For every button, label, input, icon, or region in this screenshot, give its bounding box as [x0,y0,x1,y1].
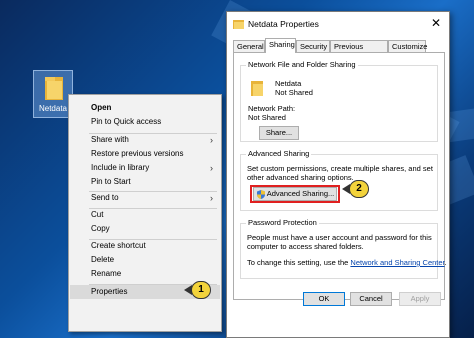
tab-customize[interactable]: Customize [388,40,427,52]
change-setting-suffix: . [444,258,447,267]
tab-previous-versions[interactable]: Previous Versions [330,40,388,62]
ok-button[interactable]: OK [303,292,345,306]
close-icon[interactable]: ✕ [431,16,441,30]
shield-icon [257,190,265,199]
desktop-folder-icon[interactable]: Netdata [33,70,73,118]
tab-sharing[interactable]: Sharing [265,38,296,53]
menu-item-label: Delete [91,255,115,264]
change-setting-prefix: To change this setting, use the [247,258,351,267]
properties-dialog: Netdata Properties ✕ General Sharing Sec… [226,11,450,338]
chevron-right-icon: › [210,163,213,173]
menu-item-label: Properties [91,287,128,296]
advanced-sharing-group: Advanced Sharing Set custom permissions,… [240,149,438,211]
menu-item-label: Rename [91,269,122,278]
advanced-sharing-button[interactable]: Advanced Sharing... [253,187,337,201]
menu-item-label: Cut [91,210,104,219]
share-name: Netdata [275,79,302,88]
menu-item-label: Open [91,103,112,112]
menu-item-label: Restore previous versions [91,149,184,158]
apply-button[interactable]: Apply [399,292,441,306]
menu-item-send-to[interactable]: Send to › [70,191,220,205]
network-path-label: Network Path: [248,104,296,113]
menu-item-label: Send to [91,193,119,202]
share-button[interactable]: Share... [259,126,299,140]
network-path-value: Not Shared [248,113,286,122]
group-heading: Network File and Folder Sharing [246,60,358,69]
menu-item-include-library[interactable]: Include in library › [70,161,220,175]
advanced-sharing-description: Set custom permissions, create multiple … [247,164,433,182]
cancel-button[interactable]: Cancel [350,292,392,306]
menu-item-create-shortcut[interactable]: Create shortcut [70,239,220,253]
menu-item-label: Include in library [91,163,150,172]
desktop-icon-label: Netdata [38,104,68,113]
menu-item-copy[interactable]: Copy [70,222,220,236]
menu-item-open[interactable]: Open [70,101,220,115]
menu-item-label: Pin to Quick access [91,117,162,126]
menu-item-share-with[interactable]: Share with › [70,133,220,147]
step-badge-2: 2 [349,180,369,198]
tab-general[interactable]: General [233,40,265,52]
advanced-sharing-button-label: Advanced Sharing... [266,189,335,198]
tab-strip: General Sharing Security Previous Versio… [233,38,445,62]
step-badge-1: 1 [191,281,211,299]
menu-item-label: Share with [91,135,129,144]
password-description: People must have a user account and pass… [247,233,432,251]
folder-icon [251,81,263,96]
group-heading: Password Protection [246,218,319,227]
password-protection-group: Password Protection People must have a u… [240,218,447,279]
network-sharing-center-link[interactable]: Network and Sharing Center [350,258,444,267]
dialog-title: Netdata Properties [248,19,319,29]
menu-item-label: Pin to Start [91,177,131,186]
menu-item-pin-start[interactable]: Pin to Start [70,175,220,189]
chevron-right-icon: › [210,193,213,203]
network-sharing-group: Network File and Folder Sharing Netdata … [240,60,438,142]
menu-item-delete[interactable]: Delete [70,253,220,267]
share-status: Not Shared [275,88,313,97]
change-setting-text: To change this setting, use the Network … [247,258,447,267]
sharing-panel: Network File and Folder Sharing Netdata … [233,52,447,300]
menu-item-cut[interactable]: Cut [70,208,220,222]
menu-item-label: Create shortcut [91,241,146,250]
tab-security[interactable]: Security [296,40,330,52]
dialog-titlebar[interactable]: Netdata Properties ✕ [227,12,449,36]
group-heading: Advanced Sharing [246,149,312,158]
chevron-right-icon: › [210,135,213,145]
menu-item-label: Copy [91,224,110,233]
menu-item-restore-previous[interactable]: Restore previous versions [70,147,220,161]
folder-icon [233,20,244,29]
menu-item-rename[interactable]: Rename [70,267,220,281]
menu-item-pin-quick-access[interactable]: Pin to Quick access [70,115,220,129]
folder-icon [45,77,63,100]
